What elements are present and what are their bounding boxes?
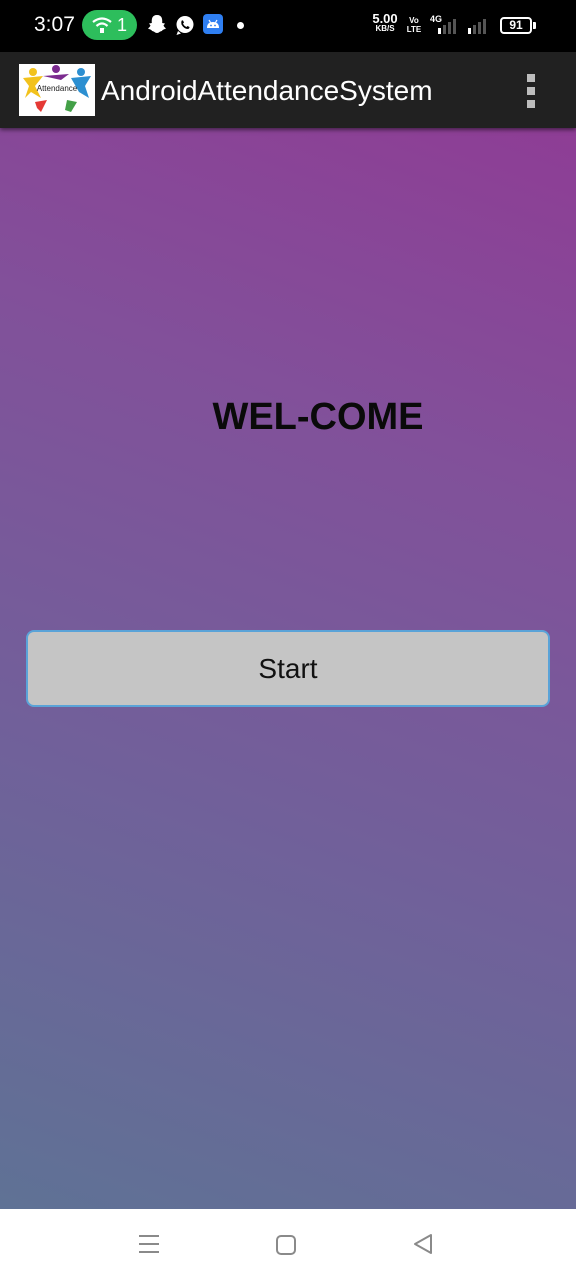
menu-dot: [527, 74, 535, 82]
main-content: WEL-COME Start: [0, 128, 576, 1209]
menu-icon[interactable]: [137, 1233, 161, 1255]
welcome-heading: WEL-COME: [212, 396, 424, 438]
net-speed: 5.00 KB/S: [370, 11, 400, 34]
hotspot-count: 1: [117, 15, 128, 35]
app-logo-image: Attendance: [23, 65, 91, 112]
android-icon: [203, 14, 223, 34]
hotspot-indicator: 1: [82, 10, 137, 40]
action-bar: Attendance AndroidAttendanceSystem: [0, 52, 576, 128]
status-time: 3:07: [34, 13, 75, 36]
home-icon[interactable]: [275, 1234, 297, 1256]
back-icon[interactable]: [412, 1233, 434, 1255]
navigation-bar: [0, 1209, 576, 1280]
volte-line1: Vo: [409, 16, 419, 25]
menu-dot: [527, 100, 535, 108]
hotspot-icon: [92, 17, 112, 33]
snapchat-icon: [148, 15, 166, 33]
battery-tip: [533, 22, 536, 29]
net-speed-value: 5.00: [372, 11, 398, 26]
app-title: AndroidAttendanceSystem: [101, 75, 433, 106]
logo-text: Attendance: [37, 84, 78, 93]
volte-indicator: Vo LTE: [403, 16, 425, 34]
notification-dot: [237, 22, 244, 29]
app-logo: Attendance: [19, 64, 95, 116]
menu-dot: [527, 87, 535, 95]
status-bar: 3:07 1 5.00 KB/S Vo LTE 4G 91: [0, 0, 576, 52]
whatsapp-icon: [176, 16, 194, 35]
volte-line2: LTE: [406, 25, 422, 34]
battery-level: 91: [509, 18, 523, 32]
battery-icon: 91: [500, 17, 532, 34]
signal-icon: [438, 19, 486, 34]
start-button[interactable]: Start: [26, 630, 550, 707]
more-vert-icon[interactable]: [520, 72, 542, 108]
